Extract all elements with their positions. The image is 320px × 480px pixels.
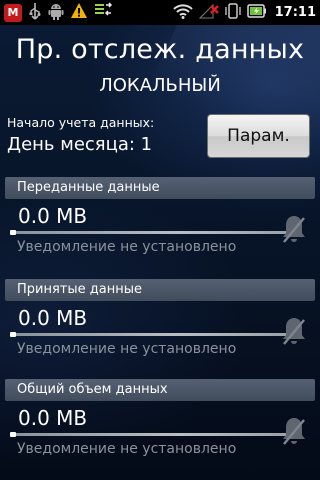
usb-icon bbox=[28, 2, 42, 24]
sent-amount: 0.0 MB bbox=[18, 204, 88, 228]
wifi-icon bbox=[172, 3, 193, 23]
android-icon bbox=[48, 2, 64, 24]
period-label: Начало учета данных: bbox=[7, 115, 155, 130]
received-data-section: Принятые данные 0.0 MB Уведомление не ус… bbox=[0, 279, 320, 379]
notification-status: Уведомление не установлено bbox=[17, 441, 237, 457]
page-title: Пр. отслеж. данных bbox=[15, 34, 305, 65]
usage-progress-bar bbox=[10, 230, 292, 235]
section-header: Общий объем данных bbox=[5, 379, 315, 401]
battery-icon bbox=[246, 3, 267, 22]
data-sync-icon bbox=[94, 2, 113, 23]
mcafee-icon: M bbox=[4, 3, 22, 22]
usage-progress-bar bbox=[10, 432, 292, 437]
warning-icon bbox=[70, 2, 88, 23]
sent-data-section: Переданные данные 0.0 MB Уведомление не … bbox=[0, 177, 320, 277]
section-header: Принятые данные bbox=[5, 279, 315, 301]
period-value: День месяца: 1 bbox=[7, 134, 153, 155]
page-subtitle: ЛОКАЛЬНЫЙ bbox=[99, 75, 221, 96]
bell-off-icon[interactable] bbox=[280, 213, 308, 245]
total-data-section: Общий объем данных 0.0 MB Уведомление не… bbox=[0, 379, 320, 479]
bell-off-icon[interactable] bbox=[280, 415, 308, 447]
bell-off-icon[interactable] bbox=[280, 315, 308, 347]
section-header: Переданные данные bbox=[5, 177, 315, 199]
params-button[interactable]: Парам. bbox=[207, 114, 310, 158]
notification-status: Уведомление не установлено bbox=[17, 341, 237, 357]
usage-progress-bar bbox=[10, 332, 292, 337]
total-amount: 0.0 MB bbox=[18, 406, 88, 430]
signal-off-icon bbox=[198, 3, 219, 23]
notification-status: Уведомление не установлено bbox=[17, 239, 237, 255]
clock: 17:11 bbox=[274, 5, 316, 20]
status-bar: M 17:11 bbox=[0, 0, 320, 25]
received-amount: 0.0 MB bbox=[18, 306, 88, 330]
vibrate-icon bbox=[224, 2, 241, 23]
